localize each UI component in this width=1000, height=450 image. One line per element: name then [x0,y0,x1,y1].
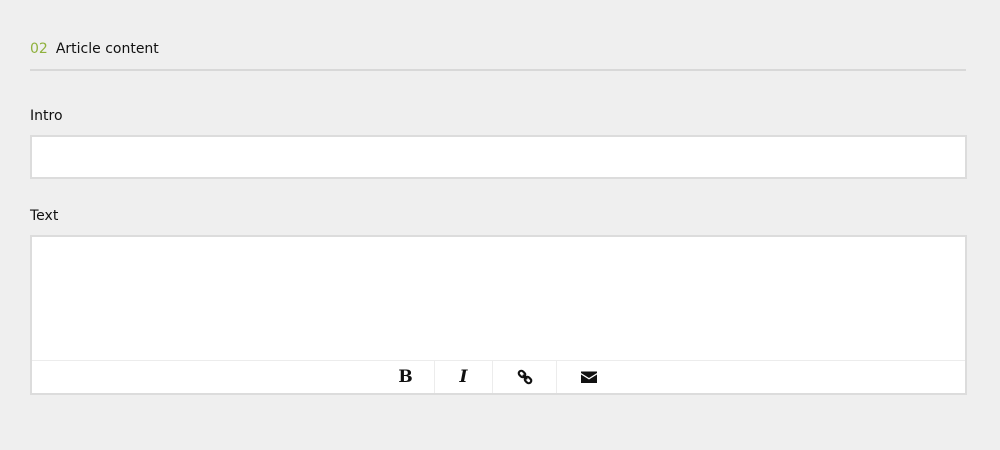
italic-button[interactable]: I [435,361,493,393]
bold-button[interactable]: B [377,361,435,393]
section-title: Article content [55,41,159,57]
text-editor: B I [30,235,967,395]
section-number: 02 [30,41,48,57]
italic-icon: I [459,367,468,387]
text-input[interactable] [32,237,965,360]
envelope-icon [581,371,597,383]
intro-input[interactable] [30,135,967,179]
bold-icon: B [398,367,413,387]
text-label: Text [30,208,59,224]
section-header: 02 Article content [30,40,966,71]
email-button[interactable] [557,361,621,393]
editor-toolbar: B I [32,360,965,393]
intro-label: Intro [30,108,63,124]
link-button[interactable] [493,361,557,393]
toolbar-buttons: B I [377,361,621,393]
link-icon [517,369,532,385]
page: 02 Article content Intro Text B I [0,0,1000,450]
